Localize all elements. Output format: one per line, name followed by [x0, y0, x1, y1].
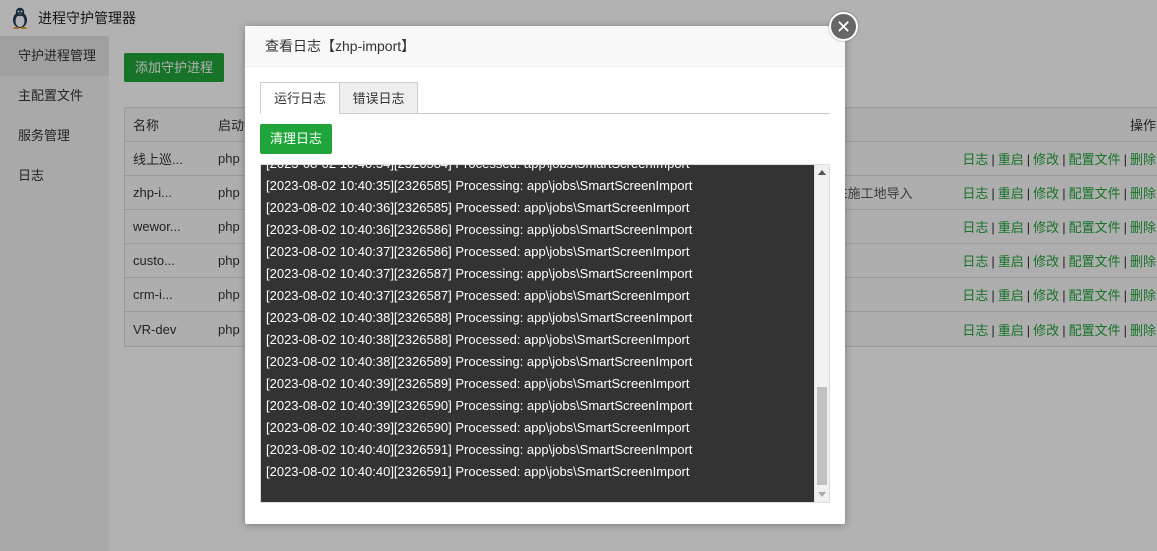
log-line: [2023-08-02 10:40:38][2326588] Processin…: [266, 310, 693, 325]
log-line: [2023-08-02 10:40:39][2326590] Processin…: [266, 398, 693, 413]
modal-title: 查看日志【zhp-import】: [245, 26, 845, 67]
log-line: [2023-08-02 10:40:35][2326585] Processin…: [266, 178, 693, 193]
log-line: [2023-08-02 10:40:37][2326587] Processin…: [266, 266, 693, 281]
log-line: [2023-08-02 10:40:34][2326584] Processed…: [266, 165, 809, 175]
log-lines: [2023-08-02 10:40:34][2326584] Processed…: [266, 165, 809, 483]
log-line: [2023-08-02 10:40:38][2326588] Processed…: [266, 332, 690, 347]
log-line: [2023-08-02 10:40:37][2326586] Processed…: [266, 244, 690, 259]
log-output[interactable]: [2023-08-02 10:40:34][2326584] Processed…: [260, 164, 830, 503]
scrollbar-thumb[interactable]: [817, 387, 827, 485]
log-line: [2023-08-02 10:40:36][2326585] Processed…: [266, 200, 690, 215]
log-tabs: 运行日志 错误日志: [260, 82, 830, 114]
log-line: [2023-08-02 10:40:40][2326591] Processin…: [266, 442, 693, 457]
log-line: [2023-08-02 10:40:40][2326591] Processed…: [266, 464, 690, 479]
clear-log-button[interactable]: 清理日志: [260, 124, 333, 154]
scroll-down-icon[interactable]: [818, 492, 826, 497]
log-line: [2023-08-02 10:40:37][2326587] Processed…: [266, 288, 690, 303]
log-viewer-modal: 查看日志【zhp-import】 运行日志 错误日志 清理日志 [2023-08…: [245, 26, 845, 524]
log-line: [2023-08-02 10:40:39][2326589] Processed…: [266, 376, 690, 391]
log-scrollbar[interactable]: [814, 165, 829, 502]
tab-error-log[interactable]: 错误日志: [339, 82, 418, 114]
close-icon[interactable]: ✕: [829, 12, 858, 41]
log-line: [2023-08-02 10:40:38][2326589] Processin…: [266, 354, 693, 369]
tab-run-log[interactable]: 运行日志: [260, 82, 340, 114]
scroll-up-icon[interactable]: [818, 170, 826, 175]
log-line: [2023-08-02 10:40:36][2326586] Processin…: [266, 222, 693, 237]
log-line: [2023-08-02 10:40:39][2326590] Processed…: [266, 420, 690, 435]
